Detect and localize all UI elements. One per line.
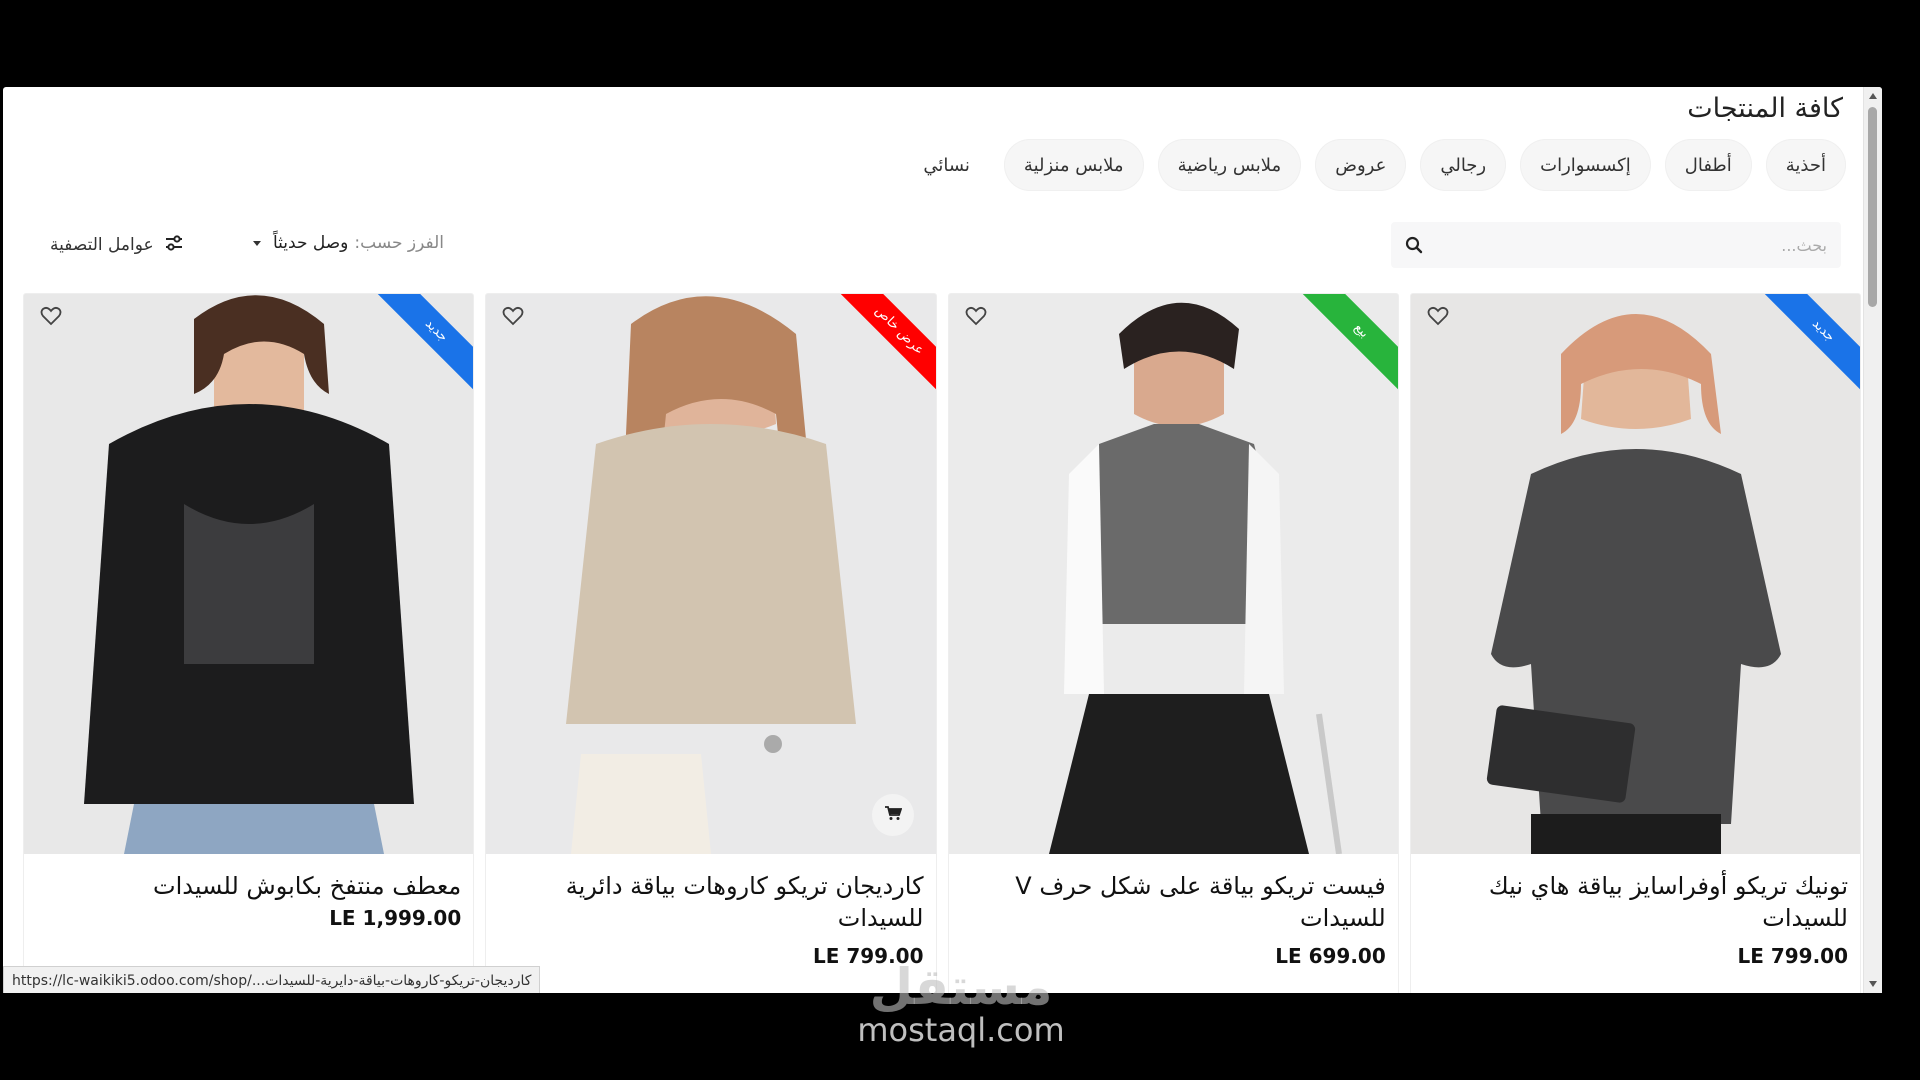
product-price: LE 699.00 — [1275, 944, 1386, 968]
filters-button[interactable]: عوامل التصفية — [50, 223, 184, 267]
category-sportswear[interactable]: ملابس رياضية — [1157, 139, 1302, 191]
ribbon-corner: عرض خاص — [826, 294, 936, 404]
product-price: LE 799.00 — [1737, 944, 1848, 968]
watermark-english: mostaql.com — [857, 1011, 1065, 1049]
shop-page: كافة المنتجات أحذية أطفال إكسسوارات رجال… — [3, 87, 1864, 993]
product-card[interactable]: بيع فيست تريكو بياقة على شكل حرف V للسيد… — [947, 293, 1399, 993]
sort-dropdown[interactable]: الفرز حسب: وصل حديثاً — [253, 233, 444, 253]
ribbon-corner: جديد — [363, 294, 474, 404]
category-women[interactable]: نسائي — [903, 139, 990, 191]
watermark-arabic: مستقل — [869, 958, 1053, 1016]
status-bar-url: https://lc-waikiki5.odoo.com/shop/...كار… — [3, 966, 541, 993]
browser-viewport: كافة المنتجات أحذية أطفال إكسسوارات رجال… — [3, 87, 1882, 993]
wishlist-heart-icon[interactable] — [1425, 306, 1449, 330]
category-homewear[interactable]: ملابس منزلية — [1003, 139, 1144, 191]
sort-value: وصل حديثاً — [273, 233, 349, 253]
scroll-up-arrow-icon[interactable] — [1869, 93, 1877, 99]
add-to-cart-button[interactable] — [871, 794, 914, 836]
category-bar: أحذية أطفال إكسسوارات رجالي عروض ملابس ر… — [903, 139, 1846, 191]
cart-icon — [884, 805, 902, 825]
product-ribbon: بيع — [1297, 294, 1398, 395]
ribbon-corner: جديد — [1750, 294, 1860, 404]
category-offers[interactable]: عروض — [1315, 139, 1407, 191]
watermark: مستقل mostaql.com — [846, 962, 1076, 1048]
product-name[interactable]: تونيك تريكو أوفراسايز بياقة هاي نيك للسي… — [1428, 870, 1848, 934]
search-box — [1391, 222, 1841, 268]
wishlist-heart-icon[interactable] — [963, 306, 987, 330]
product-name[interactable]: فيست تريكو بياقة على شكل حرف V للسيدات — [966, 870, 1385, 934]
product-ribbon: عرض خاص — [834, 294, 936, 395]
scroll-down-arrow-icon[interactable] — [1869, 981, 1877, 987]
category-kids[interactable]: أطفال — [1664, 139, 1752, 191]
product-name[interactable]: كارديجان تريكو كاروهات بياقة دائرية للسي… — [504, 870, 924, 934]
wishlist-heart-icon[interactable] — [38, 306, 62, 330]
filters-label: عوامل التصفية — [50, 235, 154, 255]
sliders-icon — [164, 234, 184, 257]
product-ribbon: جديد — [372, 294, 474, 395]
wishlist-heart-icon[interactable] — [500, 306, 524, 330]
ribbon-corner: بيع — [1288, 294, 1398, 404]
caret-down-icon — [253, 240, 261, 246]
category-shoes[interactable]: أحذية — [1765, 139, 1846, 191]
sort-label: الفرز حسب: — [354, 233, 444, 253]
category-accessories[interactable]: إكسسوارات — [1520, 139, 1651, 191]
vertical-scrollbar[interactable] — [1863, 87, 1882, 993]
page-title: كافة المنتجات — [1687, 93, 1843, 124]
product-price: LE 1,999.00 — [329, 906, 462, 930]
product-card[interactable]: جديد معطف منتفخ بكابوش للسيدات LE 1,999.… — [23, 293, 475, 993]
product-name[interactable]: معطف منتفخ بكابوش للسيدات — [41, 870, 461, 902]
product-ribbon: جديد — [1759, 294, 1860, 395]
category-men[interactable]: رجالي — [1420, 139, 1507, 191]
product-card[interactable]: جديد تونيك تريكو أوفراسايز بياقة هاي نيك… — [1409, 293, 1861, 993]
product-card[interactable]: عرض خاص كارديجان تريكو كاروهات بياقة دائ… — [485, 293, 937, 993]
search-icon[interactable] — [1391, 222, 1437, 268]
scrollbar-thumb[interactable] — [1868, 107, 1877, 307]
product-grid: جديد تونيك تريكو أوفراسايز بياقة هاي نيك… — [23, 293, 1861, 993]
search-input[interactable] — [1437, 222, 1841, 268]
